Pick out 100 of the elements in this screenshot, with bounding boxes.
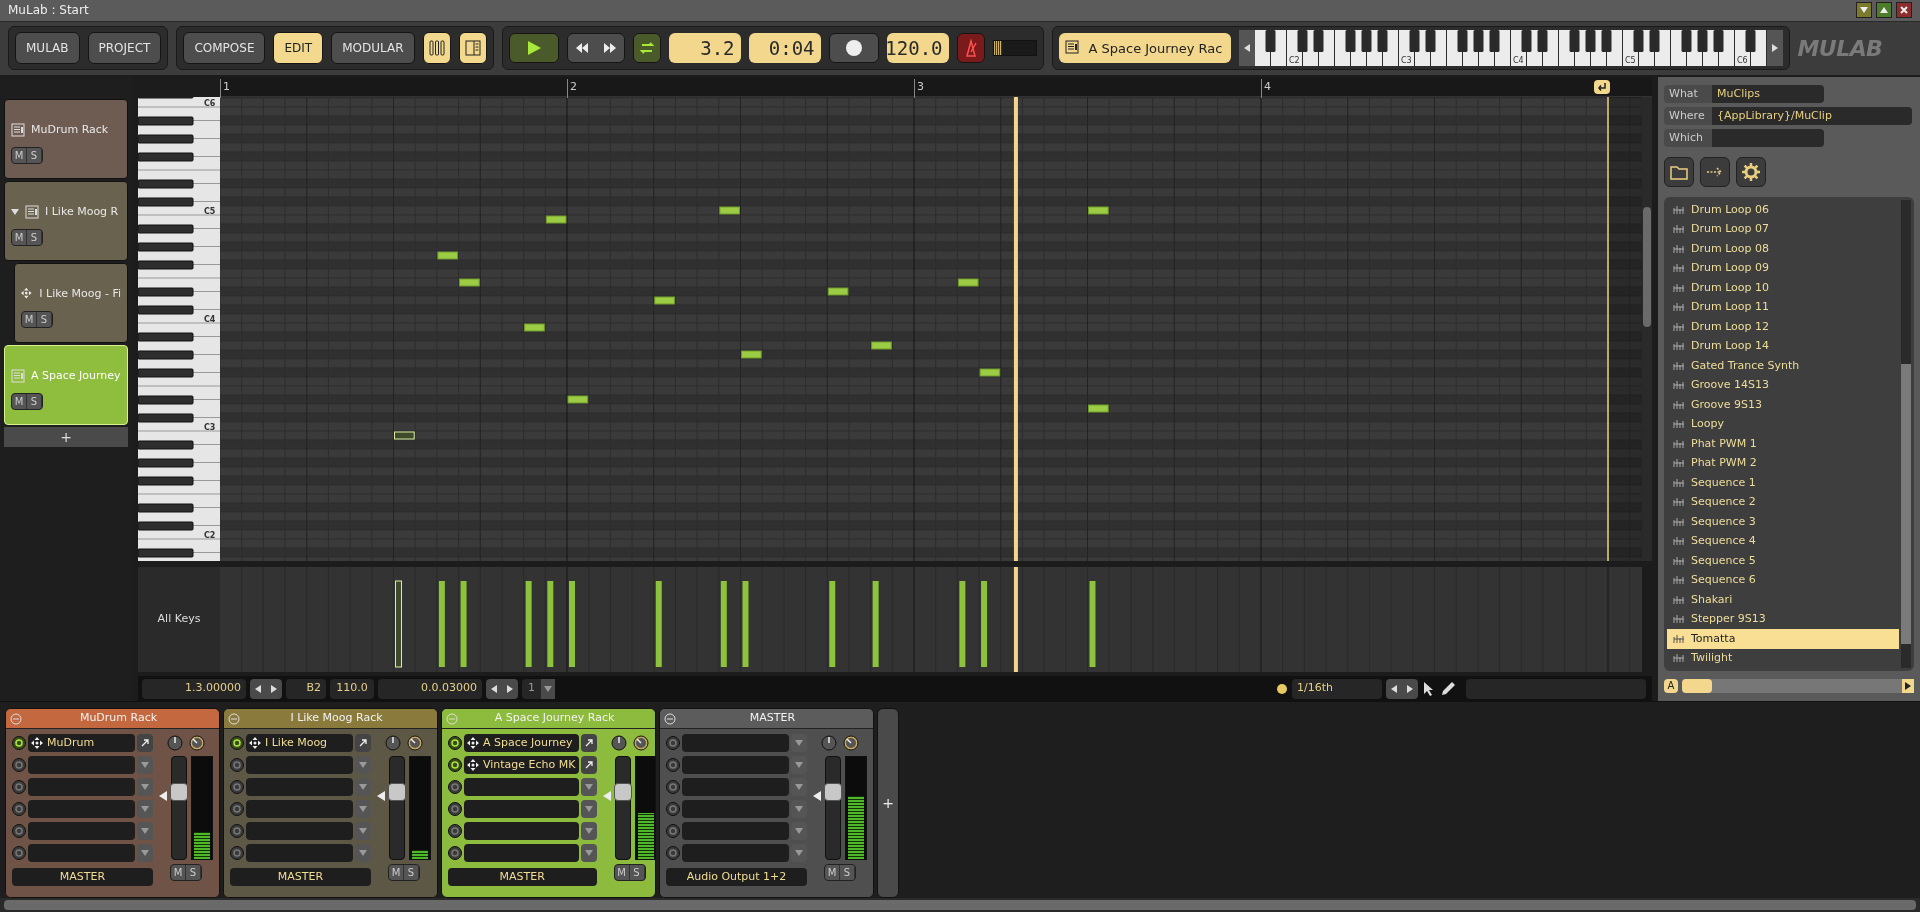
plugin-slot[interactable]	[464, 844, 579, 863]
clip-list-item[interactable]: Groove 9S13	[1667, 395, 1899, 415]
tab-button[interactable]: COMPOSE	[183, 32, 266, 65]
arrow-button[interactable]	[1700, 157, 1730, 188]
filter-field[interactable]: Where {AppLibrary}/MuClip	[1664, 107, 1912, 126]
clip-list-item[interactable]: Drum Loop 08	[1667, 239, 1899, 259]
open-editor-button[interactable]	[580, 734, 597, 753]
strip-toggle-button[interactable]: S	[186, 865, 201, 881]
clip-list-item[interactable]: Drum Loop 10	[1667, 278, 1899, 298]
track-header[interactable]: A Space Journey M S	[4, 345, 128, 426]
slot-dropdown-button[interactable]	[791, 844, 807, 863]
velocity-bar[interactable]	[829, 581, 836, 668]
horizontal-scrollbar[interactable]	[4, 900, 1916, 910]
power-button[interactable]	[448, 824, 462, 839]
fader-track[interactable]	[389, 756, 405, 861]
plugin-slot[interactable]	[464, 800, 579, 819]
slot-dropdown-button[interactable]	[355, 800, 371, 819]
folder-button[interactable]	[1664, 157, 1694, 188]
velocity-bar[interactable]	[438, 581, 445, 668]
slot-dropdown-button[interactable]	[580, 822, 597, 841]
power-button[interactable]	[448, 846, 462, 861]
output-field[interactable]: MASTER	[12, 868, 153, 887]
clip-list-item[interactable]: Stepper 9S13	[1667, 609, 1899, 630]
clip-list-item[interactable]: Drum Loop 11	[1667, 297, 1899, 318]
slot-dropdown-button[interactable]	[791, 800, 807, 819]
midi-note[interactable]	[827, 287, 849, 296]
track-header[interactable]: I Like Moog - Fi M S	[14, 263, 128, 344]
track-toggle-button[interactable]: M	[12, 393, 27, 409]
slot-dropdown-button[interactable]	[355, 822, 371, 841]
clip-list-item[interactable]: Sequence 5	[1667, 551, 1899, 571]
midi-note[interactable]	[1088, 206, 1109, 215]
scroll-left-button[interactable]	[1238, 30, 1255, 67]
fader-handle[interactable]	[824, 782, 842, 801]
midi-note[interactable]	[459, 278, 480, 287]
metronome-button[interactable]	[956, 33, 985, 64]
clip-list-item[interactable]: Sequence 4	[1667, 531, 1899, 552]
tab-button[interactable]: MULAB	[15, 32, 80, 65]
plugin-slot[interactable]: A Space Journey	[464, 734, 579, 753]
vertical-scrollbar[interactable]	[1642, 97, 1652, 562]
track-toggle-button[interactable]: S	[37, 311, 52, 327]
strip-toggle-button[interactable]: M	[171, 865, 186, 881]
position-field[interactable]: 1.3.00000	[142, 678, 246, 699]
scrollbar-thumb[interactable]	[1901, 364, 1911, 645]
clip-list-item[interactable]: Drum Loop 07	[1667, 219, 1899, 240]
open-editor-button[interactable]	[137, 734, 153, 753]
clip-list-item[interactable]: Phat PWM 2	[1667, 453, 1899, 474]
plugin-slot[interactable]: Vintage Echo MK	[464, 756, 579, 775]
track-toggle-button[interactable]: M	[22, 311, 37, 327]
filter-field[interactable]: What MuClips	[1664, 85, 1824, 104]
track-toggle-button[interactable]: S	[27, 393, 42, 409]
midi-note[interactable]	[957, 278, 979, 287]
maximize-button[interactable]	[1876, 2, 1892, 19]
add-track-button[interactable]: +	[4, 427, 128, 448]
horizontal-scrollbar[interactable]	[1682, 679, 1914, 694]
slot-dropdown-button[interactable]	[137, 778, 153, 797]
clip-list-item[interactable]: Sequence 2	[1667, 492, 1899, 513]
snap-field[interactable]: 1/16th	[1292, 678, 1382, 699]
midi-note[interactable]	[741, 350, 762, 359]
track-toggle-button[interactable]: S	[27, 147, 42, 163]
clip-list-item[interactable]: Tomatta	[1667, 629, 1899, 649]
mixer-strip[interactable]: A Space Journey Rack A Space Journey Vintage Echo MK MASTER M S	[441, 708, 656, 899]
clip-list-item[interactable]: Drum Loop 09	[1667, 258, 1899, 279]
velocity-bar[interactable]	[655, 581, 662, 668]
velocity-bar[interactable]	[720, 581, 727, 668]
midi-note[interactable]	[871, 341, 892, 350]
velocity-bar[interactable]	[395, 580, 402, 668]
view-toggle-button[interactable]	[422, 32, 451, 65]
output-field[interactable]: MASTER	[448, 868, 597, 887]
track-toggle-button[interactable]: S	[27, 229, 42, 245]
strip-toggle-button[interactable]: M	[614, 865, 630, 881]
fader-track[interactable]	[825, 756, 841, 861]
clip-list-item[interactable]: Sequence 6	[1667, 570, 1899, 591]
clip-list-item[interactable]: Drum Loop 14	[1667, 336, 1899, 357]
clip-list-item[interactable]: Loopy	[1667, 414, 1899, 435]
vertical-scrollbar[interactable]	[1901, 200, 1911, 669]
play-button[interactable]	[508, 33, 559, 64]
tab-button[interactable]: PROJECT	[87, 32, 162, 65]
slot-dropdown-button[interactable]	[355, 844, 371, 863]
fader-handle[interactable]	[388, 782, 406, 801]
fader-handle[interactable]	[613, 782, 632, 801]
record-button[interactable]	[828, 33, 879, 64]
mixer-strip[interactable]: I Like Moog Rack I Like Moog MASTER M S	[223, 708, 438, 899]
keyboard-drawing[interactable]: C2 C3 C4 C5 C6	[1254, 30, 1767, 67]
loop-button[interactable]	[632, 33, 661, 64]
piano-keys-drawing[interactable]: C6 C5 C4 C3 C2	[138, 97, 220, 562]
mixer-strip[interactable]: MuDrum Rack MuDrum MASTER M S	[5, 708, 220, 899]
midi-note[interactable]	[979, 368, 1001, 377]
midi-note[interactable]	[719, 206, 740, 215]
power-button[interactable]	[448, 802, 462, 817]
track-toggle-button[interactable]: M	[12, 229, 27, 245]
loop-end-marker[interactable]	[1594, 80, 1610, 95]
slot-dropdown-button[interactable]	[791, 778, 807, 797]
close-button[interactable]	[1896, 2, 1912, 19]
slot-dropdown-button[interactable]	[791, 734, 807, 753]
midi-note[interactable]	[654, 296, 675, 305]
slot-dropdown-button[interactable]	[355, 778, 371, 797]
open-editor-button[interactable]	[355, 734, 371, 753]
slot-dropdown-button[interactable]	[137, 844, 153, 863]
power-button[interactable]	[448, 758, 462, 773]
track-header[interactable]: I Like Moog R M S	[4, 181, 128, 262]
